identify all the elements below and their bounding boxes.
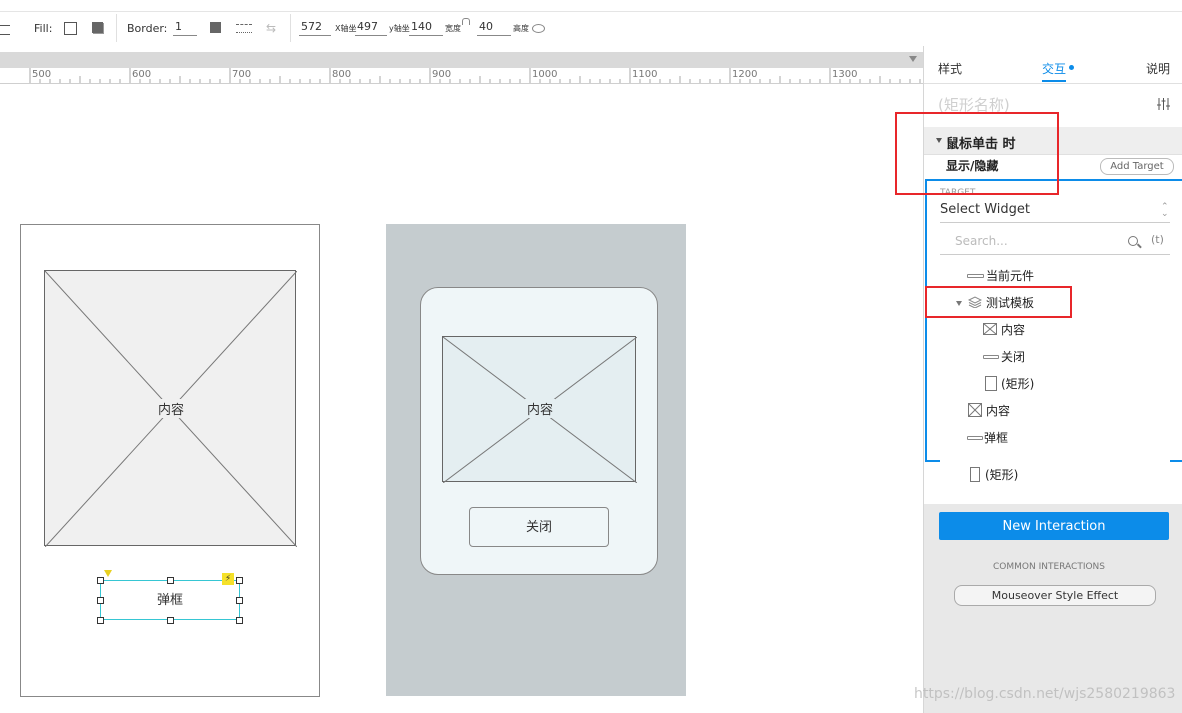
- tab-interaction[interactable]: 交互: [1042, 60, 1066, 77]
- design-canvas[interactable]: 内容 弹框 ⚡ 内容 关闭: [0, 84, 923, 713]
- tree-item-label: (矩形): [985, 468, 1019, 482]
- border-width-field[interactable]: 1: [173, 20, 197, 36]
- panel-tabs: 样式 交互 说明: [924, 46, 1182, 84]
- mouseover-style-effect-button[interactable]: Mouseover Style Effect: [954, 585, 1156, 606]
- popup-dialog[interactable]: 内容 关闭: [420, 287, 658, 575]
- resize-handle[interactable]: [97, 597, 104, 604]
- line-widget-icon: [967, 436, 983, 440]
- ruler-label: 700: [232, 69, 252, 80]
- width-label: 宽度: [445, 24, 461, 33]
- tree-item-label: 弹框: [984, 431, 1009, 445]
- resize-handle[interactable]: [97, 617, 104, 624]
- tree-item-label: 内容: [986, 404, 1011, 418]
- interaction-lightning-icon[interactable]: ⚡: [222, 573, 234, 585]
- annotation-highlight-template: [925, 286, 1072, 318]
- y-position-field[interactable]: 497: [355, 20, 387, 36]
- toolbar-separator: [116, 14, 117, 42]
- placeholder-label: 内容: [156, 399, 187, 418]
- horizontal-ruler: 500 600 700 800 900 1000 1100 1200 1300: [0, 46, 923, 84]
- dialog-placeholder-label: 内容: [525, 399, 556, 418]
- x-position-field[interactable]: 572: [299, 20, 331, 36]
- popup-widget-selected[interactable]: 弹框: [100, 580, 240, 620]
- arrow-style-icon[interactable]: ⇆: [266, 21, 276, 35]
- search-placeholder: Search...: [955, 234, 1008, 248]
- page-frame-left[interactable]: 内容 弹框 ⚡: [20, 224, 320, 697]
- watermark: https://blog.csdn.net/wjs2580219863: [914, 686, 1176, 702]
- tab-notes[interactable]: 说明: [1146, 60, 1170, 77]
- tree-item-label: 关闭: [1001, 350, 1026, 364]
- resize-handle[interactable]: [97, 577, 104, 584]
- lock-ratio-icon[interactable]: [462, 18, 470, 25]
- height-label: 高度: [513, 24, 529, 33]
- ruler-scrollbar[interactable]: [0, 52, 923, 68]
- border-style-icon[interactable]: [236, 24, 252, 33]
- ruler-label: 800: [332, 69, 352, 80]
- height-field[interactable]: 40: [477, 20, 511, 36]
- widget-search-input[interactable]: Search... (t): [940, 228, 1170, 255]
- resize-handle[interactable]: [236, 577, 243, 584]
- shadow-swatch[interactable]: [92, 22, 103, 33]
- menu-icon[interactable]: [0, 25, 10, 35]
- add-target-label: Add Target: [1110, 161, 1164, 172]
- tree-item-label: (矩形): [1001, 377, 1035, 391]
- tree-item-label: 当前元件: [986, 269, 1035, 283]
- rectangle-widget-icon: [970, 467, 980, 482]
- resize-handle[interactable]: [236, 597, 243, 604]
- search-icon-handle: [1137, 243, 1142, 249]
- mouseover-style-effect-label: Mouseover Style Effect: [991, 589, 1119, 602]
- tab-active-underline: [1042, 80, 1066, 82]
- ruler-label: 1000: [532, 69, 558, 80]
- ruler-label: 600: [132, 69, 152, 80]
- border-label: Border:: [127, 22, 168, 35]
- rectangle-widget-icon: [985, 376, 997, 391]
- visibility-eye-icon[interactable]: [532, 24, 545, 33]
- dialog-image-placeholder[interactable]: 内容: [442, 336, 637, 483]
- new-interaction-label: New Interaction: [1002, 519, 1106, 534]
- fill-label: Fill:: [34, 22, 53, 35]
- y-label: y轴坐: [389, 24, 410, 33]
- settings-sliders-icon[interactable]: [1157, 98, 1170, 110]
- ruler-label: 1100: [632, 69, 658, 80]
- image-placeholder[interactable]: 内容: [44, 270, 297, 547]
- resize-handle[interactable]: [236, 617, 243, 624]
- ruler-label: 900: [432, 69, 452, 80]
- select-widget-value: Select Widget: [940, 202, 1031, 217]
- close-button[interactable]: 关闭: [469, 507, 609, 547]
- resize-handle[interactable]: [167, 577, 174, 584]
- annotation-highlight-event: [895, 112, 1059, 195]
- tab-style[interactable]: 样式: [938, 60, 962, 77]
- search-shortcut-hint: (t): [1151, 233, 1164, 246]
- fill-color-swatch[interactable]: [64, 22, 77, 35]
- popup-preview-backdrop[interactable]: 内容 关闭: [386, 224, 686, 696]
- ruler-label: 1200: [732, 69, 758, 80]
- new-interaction-button[interactable]: New Interaction: [939, 512, 1169, 540]
- width-field[interactable]: 140: [409, 20, 443, 36]
- ruler-label: 500: [32, 69, 52, 80]
- corner-radius-handle-icon[interactable]: [104, 570, 112, 577]
- ruler-label: 1300: [832, 69, 858, 80]
- tab-active-dot-icon: [1069, 65, 1074, 70]
- image-widget-icon: [968, 403, 982, 417]
- border-color-swatch[interactable]: [210, 22, 221, 33]
- close-button-label: 关闭: [525, 520, 552, 535]
- tree-overflow-area: (矩形): [940, 460, 1170, 492]
- toolbar-separator: [290, 14, 291, 42]
- target-selector: TARGET Select Widget ⌃ ⌄ Search... (t) 当前…: [925, 179, 1182, 462]
- line-widget-icon: [967, 274, 984, 278]
- x-label: X轴坐: [335, 24, 357, 33]
- line-widget-icon: [983, 355, 999, 359]
- toolbar-divider: [0, 11, 1182, 12]
- image-widget-icon: [983, 323, 997, 335]
- select-widget-dropdown[interactable]: Select Widget ⌃ ⌄: [940, 202, 1170, 223]
- updown-chevron-icon: ⌃ ⌄: [1161, 202, 1169, 219]
- resize-handle[interactable]: [167, 617, 174, 624]
- ruler-dropdown-icon[interactable]: [909, 56, 917, 62]
- top-toolbar: Fill: Border: 1 ⇆ 572 X轴坐 497 y轴坐 140 宽度…: [0, 0, 1182, 47]
- popup-label: 弹框: [156, 593, 183, 608]
- add-target-button[interactable]: Add Target: [1100, 158, 1174, 175]
- tree-item-label: 内容: [1001, 323, 1026, 337]
- common-interactions-heading: COMMON INTERACTIONS: [993, 562, 1105, 572]
